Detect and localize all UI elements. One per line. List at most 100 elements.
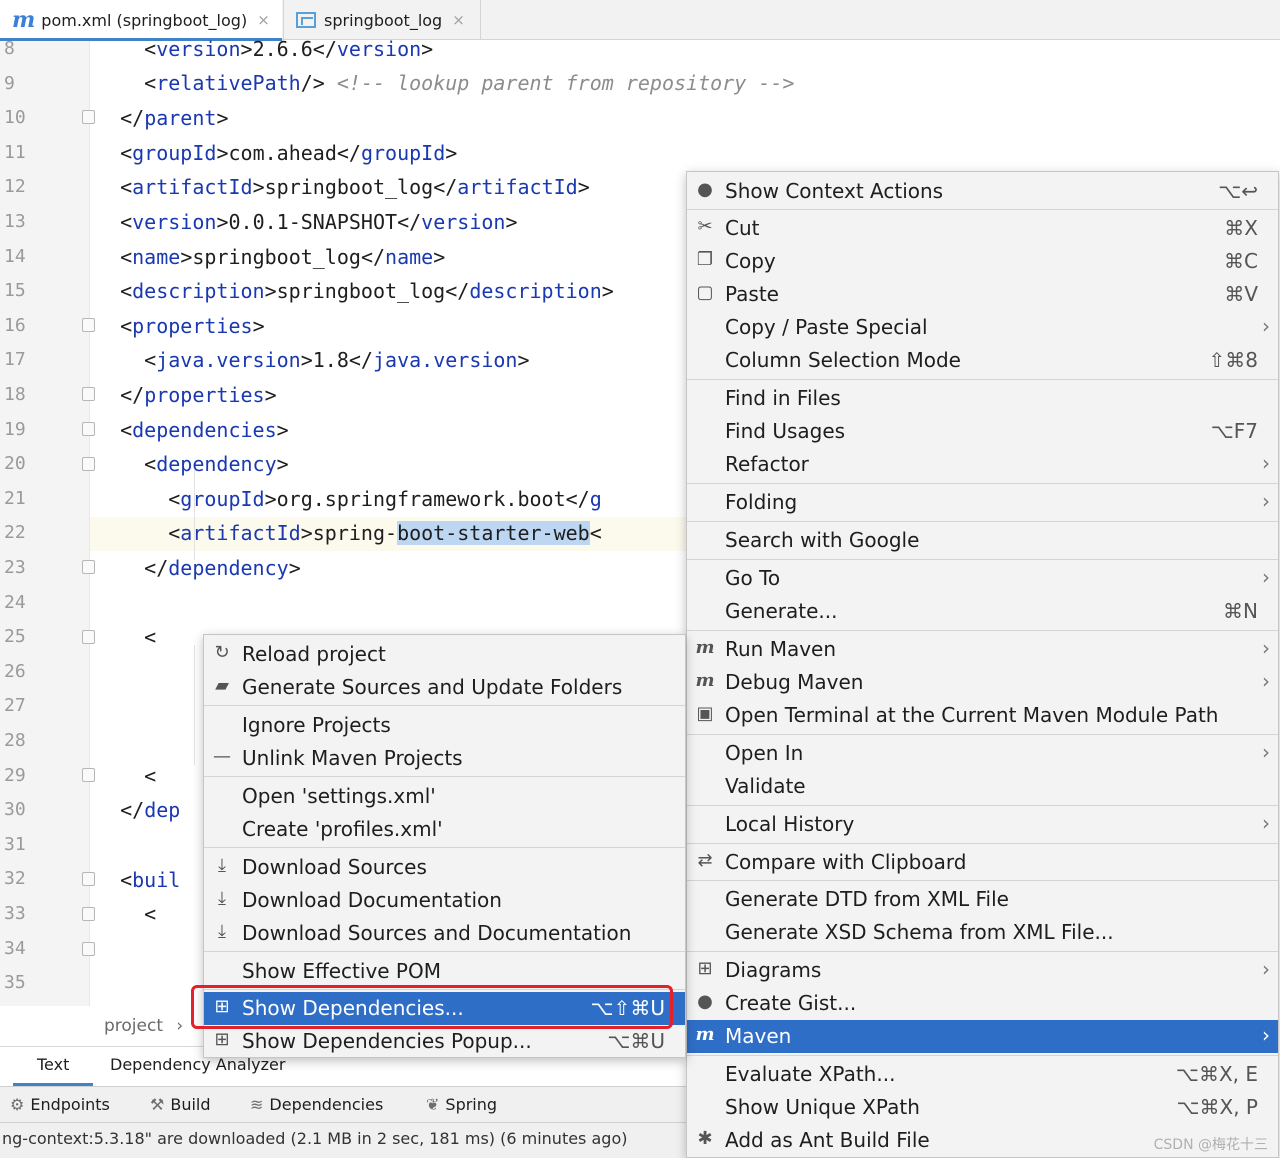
close-icon[interactable]: ×: [257, 11, 270, 29]
fold-marker[interactable]: [82, 630, 95, 644]
menu-item-label: Find Usages: [725, 419, 846, 443]
code-line-33[interactable]: <: [96, 902, 156, 926]
menu-item-open-in[interactable]: Open In ›: [687, 737, 1278, 770]
menu-item-ignore-projects[interactable]: Ignore Projects: [204, 709, 685, 742]
clipboard-icon: ▢: [696, 282, 714, 303]
code-line-21[interactable]: <groupId>org.springframework.boot</g: [96, 487, 602, 511]
menu-item-label: Diagrams: [725, 958, 822, 982]
menu-item-create-gist[interactable]: ● Create Gist...: [687, 987, 1278, 1020]
fold-marker[interactable]: [82, 942, 95, 956]
code-line-25[interactable]: <: [96, 625, 156, 649]
menu-separator: [687, 880, 1278, 881]
menu-item-cut[interactable]: ✂ Cut ⌘X: [687, 212, 1278, 245]
menu-item-label: Evaluate XPath...: [725, 1062, 896, 1086]
code-line-12[interactable]: <artifactId>springboot_log</artifactId>: [96, 175, 590, 199]
menu-item-label: Maven: [725, 1024, 792, 1048]
code-line-9[interactable]: <relativePath/> <!-- lookup parent from …: [96, 71, 794, 95]
diagram-icon: ⊞: [214, 1029, 230, 1050]
menu-item-copy-paste-special[interactable]: Copy / Paste Special ›: [687, 311, 1278, 344]
menu-item-reload-project[interactable]: ↻ Reload project: [204, 638, 685, 671]
menu-item-label: Generate DTD from XML File: [725, 887, 1009, 911]
code-line-22[interactable]: <artifactId>spring-boot-starter-web<: [96, 521, 602, 545]
menu-item-run-maven[interactable]: m Run Maven ›: [687, 633, 1278, 666]
close-icon[interactable]: ×: [452, 11, 465, 29]
fold-marker[interactable]: [82, 907, 95, 921]
menu-item-show-dependencies-popup[interactable]: ⊞ Show Dependencies Popup... ⌥⌘U: [204, 1025, 685, 1058]
menu-item-validate[interactable]: Validate: [687, 770, 1278, 803]
menu-item-label: Download Documentation: [242, 888, 502, 912]
menu-item-copy[interactable]: ❐ Copy ⌘C: [687, 245, 1278, 278]
line-number: 16: [4, 314, 26, 336]
ant-icon: ✱: [697, 1128, 713, 1149]
menu-item-generate-dtd-from-xml-file[interactable]: Generate DTD from XML File: [687, 883, 1278, 916]
code-line-11[interactable]: <groupId>com.ahead</groupId>: [96, 141, 457, 165]
code-line-10[interactable]: </parent>: [96, 106, 228, 130]
menu-item-download-documentation[interactable]: ⤓ Download Documentation: [204, 884, 685, 917]
menu-item-open-terminal-at-the-current-maven-module-path[interactable]: ▣ Open Terminal at the Current Maven Modu…: [687, 699, 1278, 732]
code-line-30[interactable]: </dep: [96, 798, 180, 822]
menu-item-generate[interactable]: Generate... ⌘N: [687, 595, 1278, 628]
status-bar-message: ng-context:5.3.18" are downloaded (2.1 M…: [0, 1122, 686, 1158]
code-line-14[interactable]: <name>springboot_log</name>: [96, 245, 445, 269]
download-icon: ⤓: [218, 921, 226, 942]
menu-item-diagrams[interactable]: ⊞ Diagrams ›: [687, 954, 1278, 987]
menu-item-find-in-files[interactable]: Find in Files: [687, 382, 1278, 415]
menu-item-show-unique-xpath[interactable]: Show Unique XPath ⌥⌘X, P: [687, 1091, 1278, 1124]
line-number: 12: [4, 176, 26, 198]
menu-item-download-sources[interactable]: ⤓ Download Sources: [204, 851, 685, 884]
breadcrumb-item[interactable]: project: [104, 1016, 163, 1036]
menu-item-debug-maven[interactable]: m Debug Maven ›: [687, 666, 1278, 699]
menu-item-column-selection-mode[interactable]: Column Selection Mode ⇧⌘8: [687, 344, 1278, 377]
code-line-20[interactable]: <dependency>: [96, 452, 289, 476]
menu-item-unlink-maven-projects[interactable]: — Unlink Maven Projects: [204, 742, 685, 775]
fold-marker[interactable]: [82, 318, 95, 332]
code-line-8[interactable]: <version>2.6.6</version>: [96, 37, 433, 61]
code-line-15[interactable]: <description>springboot_log</description…: [96, 279, 614, 303]
tool-tab-build[interactable]: ⚒ Build: [150, 1095, 211, 1114]
fold-marker[interactable]: [82, 387, 95, 401]
fold-marker[interactable]: [82, 110, 95, 124]
menu-item-generate-xsd-schema-from-xml-file[interactable]: Generate XSD Schema from XML File...: [687, 916, 1278, 949]
code-line-13[interactable]: <version>0.0.1-SNAPSHOT</version>: [96, 210, 517, 234]
fold-marker[interactable]: [82, 560, 95, 574]
menu-item-show-effective-pom[interactable]: Show Effective POM: [204, 955, 685, 988]
code-line-18[interactable]: </properties>: [96, 383, 277, 407]
fold-marker[interactable]: [82, 872, 95, 886]
code-line-19[interactable]: <dependencies>: [96, 418, 289, 442]
menu-item-label: Ignore Projects: [242, 713, 391, 737]
tool-tab-spring[interactable]: ❦ Spring: [426, 1095, 497, 1114]
menu-item-download-sources-and-documentation[interactable]: ⤓ Download Sources and Documentation: [204, 917, 685, 950]
menu-item-label: Show Dependencies Popup...: [242, 1029, 532, 1053]
tab-text[interactable]: Text: [12, 1055, 94, 1086]
menu-item-show-context-actions[interactable]: ● Show Context Actions ⌥↩: [687, 175, 1278, 208]
code-line-23[interactable]: </dependency>: [96, 556, 301, 580]
menu-item-compare-with-clipboard[interactable]: ⇄ Compare with Clipboard: [687, 846, 1278, 879]
menu-item-refactor[interactable]: Refactor ›: [687, 448, 1278, 481]
menu-item-folding[interactable]: Folding ›: [687, 486, 1278, 519]
tool-tab-dependencies[interactable]: ≋ Dependencies: [250, 1095, 383, 1114]
menu-separator: [204, 776, 685, 777]
menu-item-generate-sources-and-update-folders[interactable]: ▰ Generate Sources and Update Folders: [204, 671, 685, 704]
tab-pom-xml[interactable]: m pom.xml (springboot_log) ×: [0, 0, 282, 41]
code-line-17[interactable]: <java.version>1.8</java.version>: [96, 348, 529, 372]
tool-tab-endpoints[interactable]: ⚙ Endpoints: [10, 1095, 110, 1114]
code-line-29[interactable]: <: [96, 764, 156, 788]
menu-item-search-with-google[interactable]: Search with Google: [687, 524, 1278, 557]
menu-separator: [687, 734, 1278, 735]
fold-marker[interactable]: [82, 422, 95, 436]
code-line-32[interactable]: <buil: [96, 868, 180, 892]
menu-item-open-settings-xml[interactable]: Open 'settings.xml': [204, 780, 685, 813]
breadcrumb[interactable]: project ›: [104, 1016, 183, 1036]
menu-item-paste[interactable]: ▢ Paste ⌘V: [687, 278, 1278, 311]
fold-marker[interactable]: [82, 457, 95, 471]
menu-item-local-history[interactable]: Local History ›: [687, 808, 1278, 841]
menu-item-create-profiles-xml[interactable]: Create 'profiles.xml': [204, 813, 685, 846]
menu-item-label: Open Terminal at the Current Maven Modul…: [725, 703, 1219, 727]
fold-marker[interactable]: [82, 768, 95, 782]
tab-springboot-log[interactable]: springboot_log ×: [283, 0, 481, 40]
code-line-16[interactable]: <properties>: [96, 314, 265, 338]
menu-item-go-to[interactable]: Go To ›: [687, 562, 1278, 595]
menu-item-evaluate-xpath[interactable]: Evaluate XPath... ⌥⌘X, E: [687, 1058, 1278, 1091]
menu-item-maven[interactable]: m Maven ›: [687, 1020, 1278, 1053]
menu-item-find-usages[interactable]: Find Usages ⌥F7: [687, 415, 1278, 448]
